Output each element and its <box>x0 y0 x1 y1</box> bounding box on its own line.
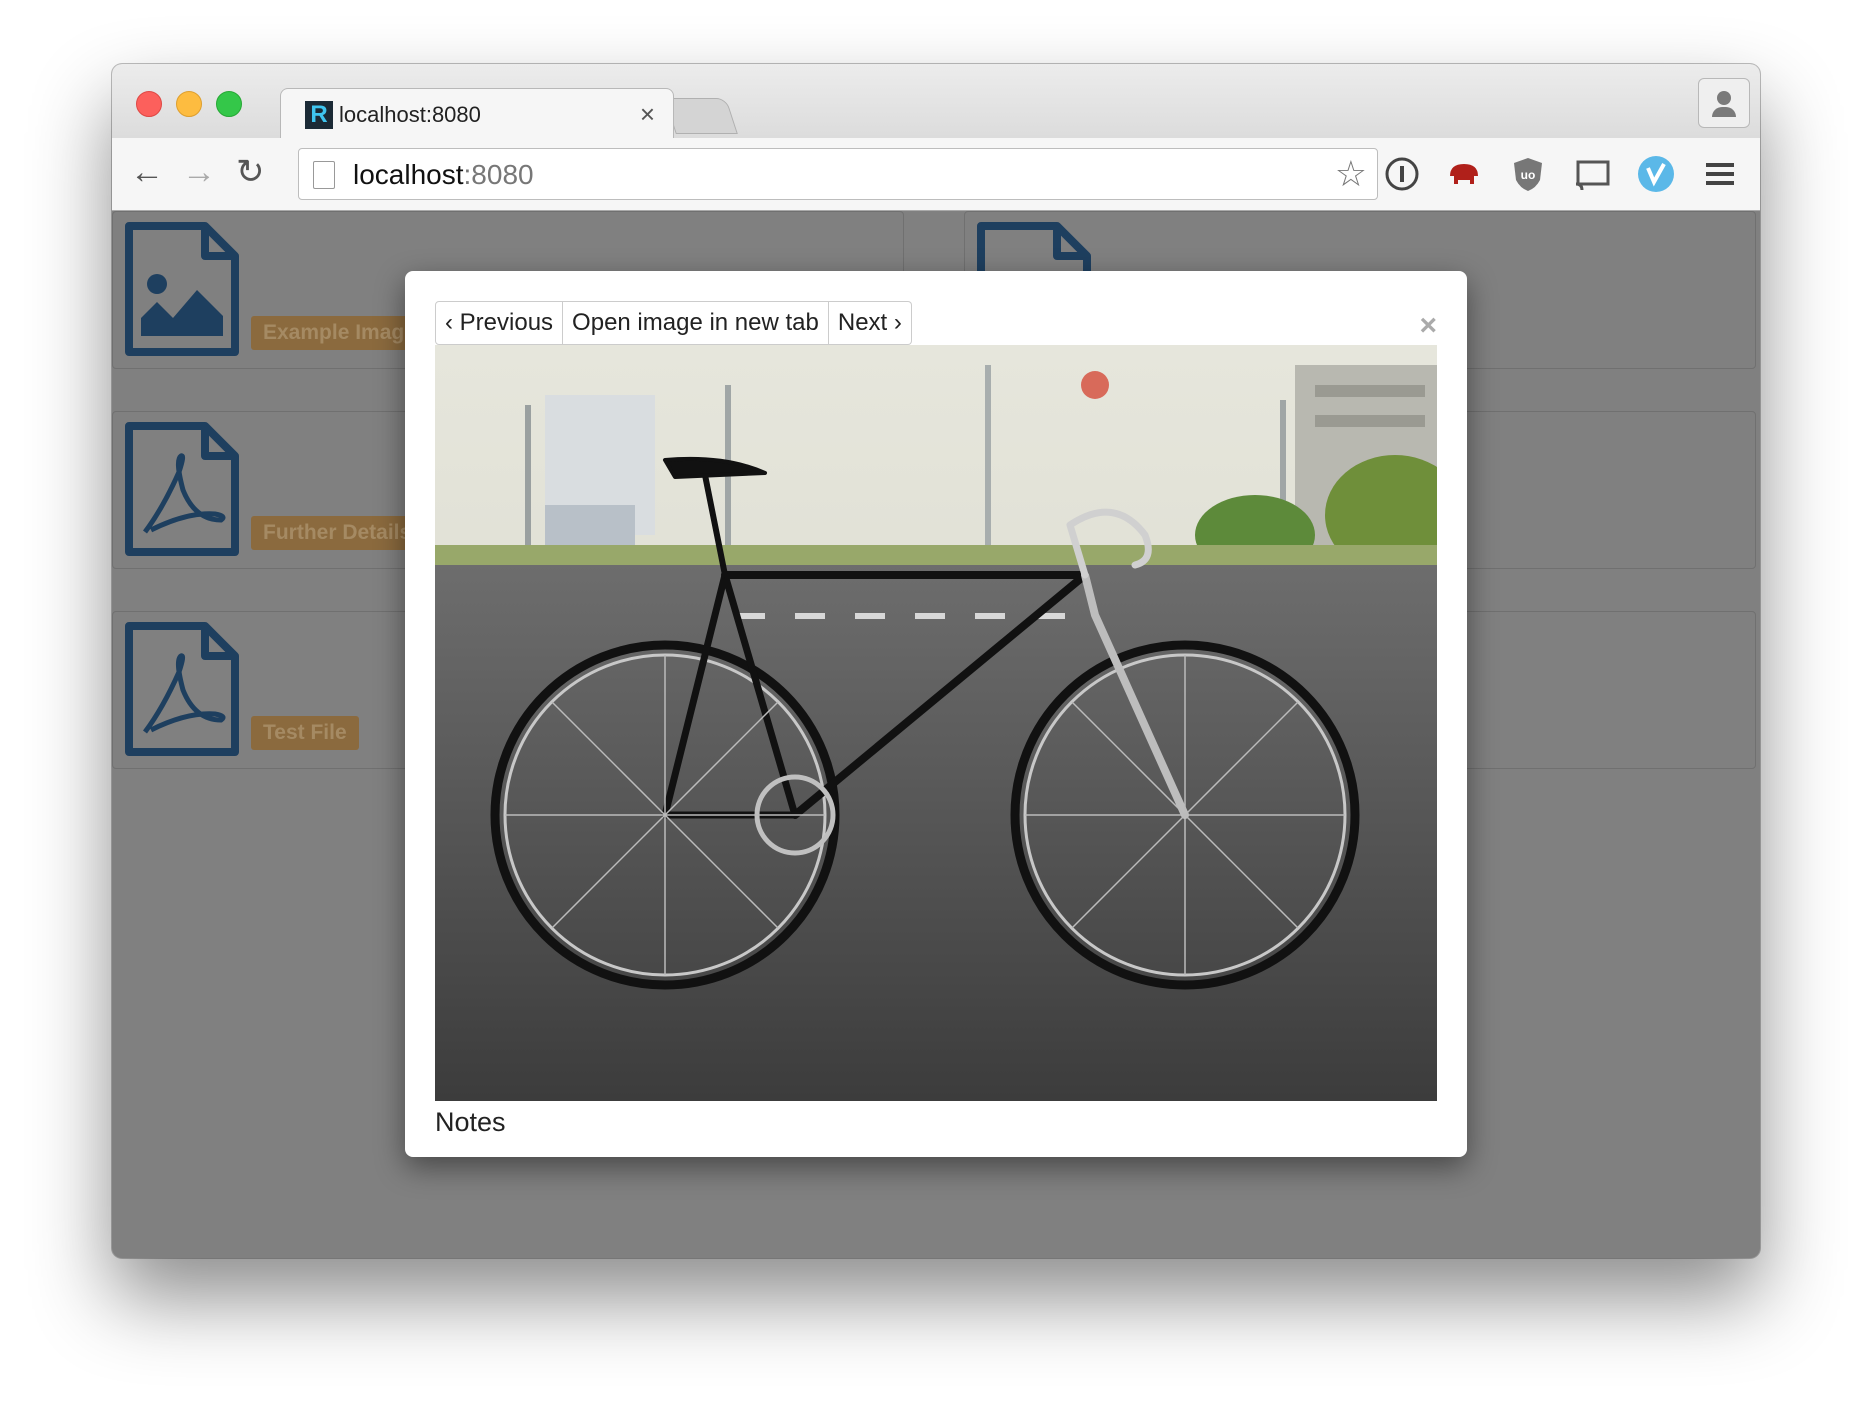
browser-tab[interactable]: R localhost:8080 × <box>280 88 674 141</box>
window-maximize-button[interactable] <box>216 91 242 117</box>
file-label[interactable]: Further Details <box>251 516 424 550</box>
image-caption: Notes <box>435 1107 506 1137</box>
image-lightbox-modal: ‹ Previous Open image in new tab Next › … <box>405 271 1467 1157</box>
open-in-new-tab-button[interactable]: Open image in new tab <box>563 301 829 345</box>
window-close-button[interactable] <box>136 91 162 117</box>
forward-icon[interactable]: → <box>182 152 216 192</box>
previous-button[interactable]: ‹ Previous <box>435 301 564 345</box>
new-tab-button[interactable] <box>664 98 738 134</box>
favicon-icon: R <box>305 101 333 129</box>
page-icon <box>313 161 335 189</box>
person-icon <box>1717 91 1731 105</box>
address-bar[interactable]: localhost:8080 ☆ <box>298 148 1378 200</box>
image-file-icon <box>125 222 239 356</box>
pocket-chair-extension-icon[interactable] <box>1444 154 1484 194</box>
profile-button[interactable] <box>1698 78 1750 128</box>
title-bar: R localhost:8080 × <box>112 64 1760 141</box>
tab-title: localhost:8080 <box>339 102 481 127</box>
tab-close-icon[interactable]: × <box>640 99 655 130</box>
pdf-file-icon <box>125 422 239 556</box>
pdf-file-icon <box>125 622 239 756</box>
bookmark-star-icon[interactable]: ☆ <box>1335 153 1367 195</box>
url-text[interactable]: localhost:8080 <box>353 159 534 191</box>
lightbox-button-group: ‹ Previous Open image in new tab Next › <box>435 301 912 345</box>
browser-toolbar: ← → ↻ localhost:8080 ☆ uo <box>112 138 1760 211</box>
ublock-shield-icon[interactable]: uo <box>1508 154 1548 194</box>
back-icon[interactable]: ← <box>130 152 164 192</box>
window-minimize-button[interactable] <box>176 91 202 117</box>
svg-text:uo: uo <box>1521 168 1536 182</box>
file-label[interactable]: Example Image <box>251 316 428 350</box>
url-host: localhost <box>353 159 464 190</box>
info-extension-icon[interactable] <box>1382 154 1422 194</box>
next-button[interactable]: Next › <box>828 301 912 345</box>
url-port: :8080 <box>463 159 534 190</box>
modal-close-icon[interactable]: × <box>1419 309 1437 343</box>
vimeo-extension-icon[interactable] <box>1636 154 1676 194</box>
menu-hamburger-icon[interactable] <box>1700 154 1740 194</box>
reload-icon[interactable]: ↻ <box>236 152 265 192</box>
cast-icon[interactable] <box>1572 154 1612 194</box>
file-label[interactable]: Test File <box>251 716 359 750</box>
bicycle-photo[interactable] <box>435 345 1437 1101</box>
